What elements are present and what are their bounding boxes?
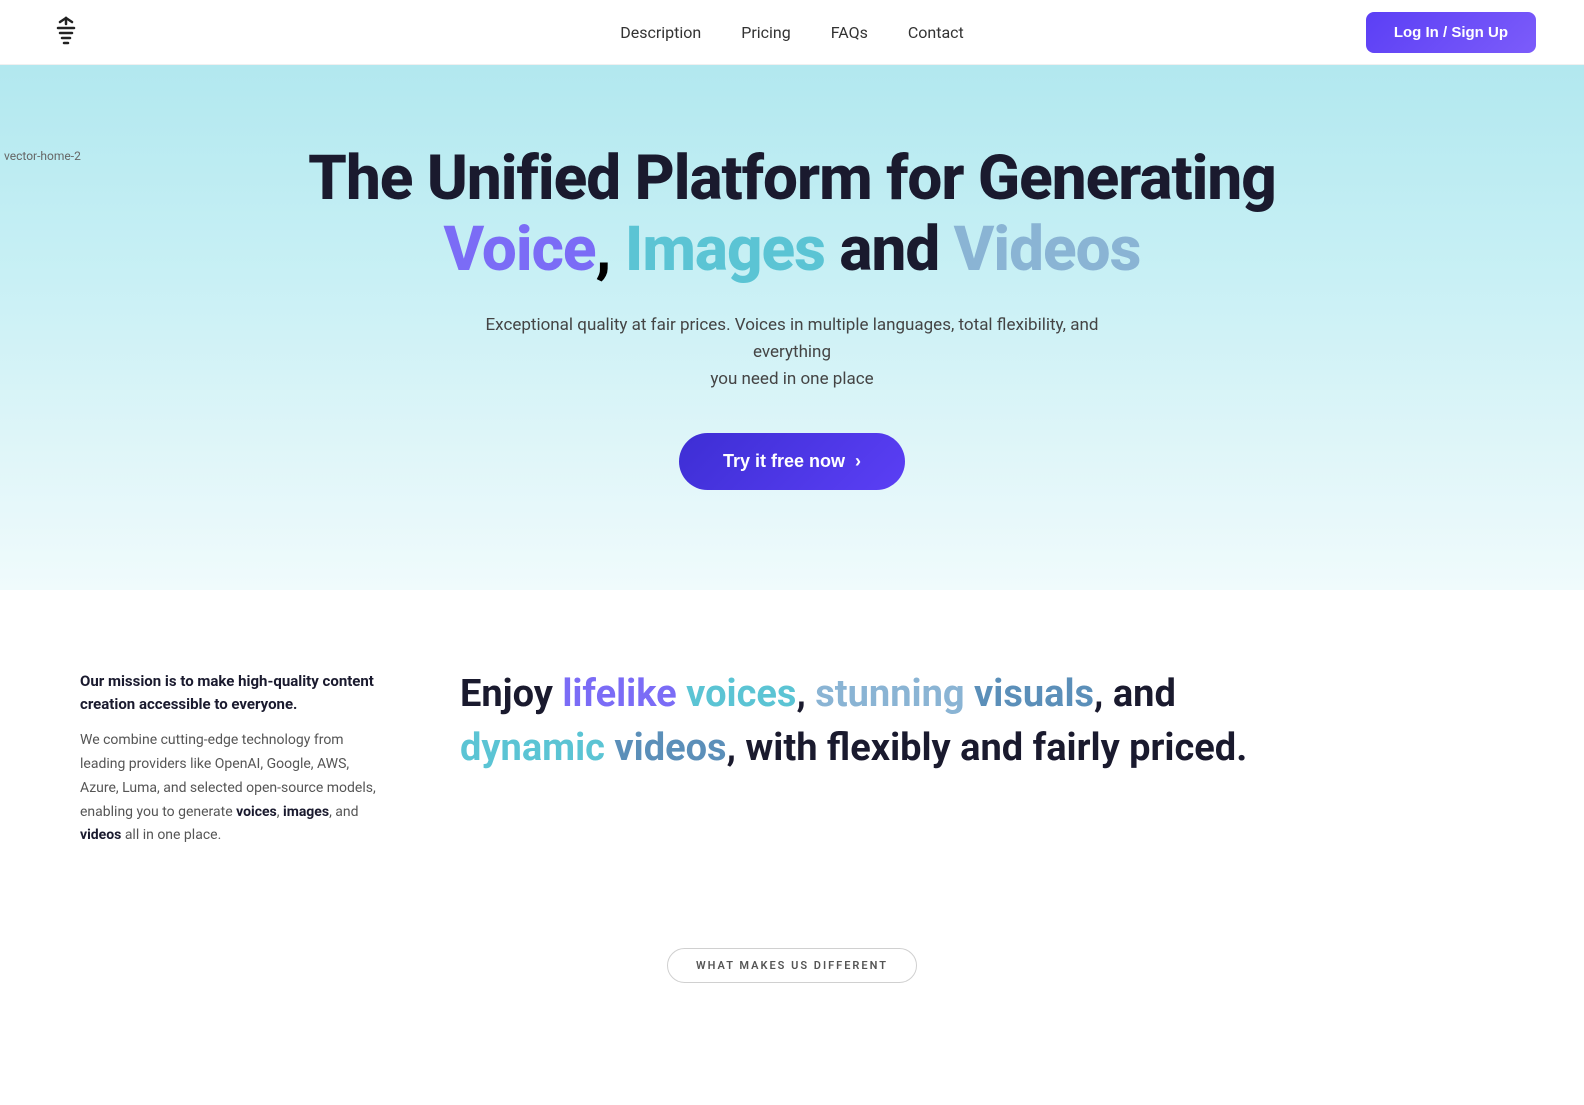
- hero-cta-arrow-icon: ›: [855, 451, 861, 472]
- hero-bg-label: vector-home-2: [0, 149, 81, 163]
- hero-section: vector-home-2 The Unified Platform for G…: [0, 65, 1584, 590]
- mission-body: We combine cutting-edge technology from …: [80, 729, 380, 848]
- nav-link-faqs[interactable]: FAQs: [831, 23, 868, 42]
- mission-right: Enjoy lifelike voices, stunning visuals,…: [460, 670, 1504, 773]
- navbar: Description Pricing FAQs Contact Log In …: [0, 0, 1584, 65]
- wmud-section: WHAT MAKES US DIFFERENT: [0, 908, 1584, 1003]
- hero-and-text: and: [839, 213, 953, 286]
- enjoy-title: Enjoy lifelike voices, stunning visuals,…: [460, 670, 1504, 719]
- logo-icon: [48, 14, 84, 50]
- nav-link-contact[interactable]: Contact: [908, 23, 964, 42]
- hero-subtitle: Exceptional quality at fair prices. Voic…: [472, 312, 1112, 394]
- nav-link-pricing[interactable]: Pricing: [741, 23, 791, 42]
- hero-comma: ,: [595, 213, 610, 286]
- hero-images-text: Images: [625, 213, 825, 286]
- wmud-badge: WHAT MAKES US DIFFERENT: [667, 948, 917, 983]
- hero-title-line1: The Unified Platform for Generating: [308, 145, 1276, 213]
- enjoy-line2: dynamic videos, with flexibly and fairly…: [460, 724, 1504, 773]
- hero-cta-button[interactable]: Try it free now ›: [679, 433, 905, 490]
- logo[interactable]: [48, 14, 84, 50]
- hero-videos-text: Videos: [954, 213, 1141, 286]
- mission-left: Our mission is to make high-quality cont…: [80, 670, 380, 848]
- hero-cta-label: Try it free now: [723, 451, 845, 472]
- login-signup-button[interactable]: Log In / Sign Up: [1366, 12, 1536, 53]
- nav-link-description[interactable]: Description: [620, 23, 701, 42]
- hero-title-line2: Voice, Images and Videos: [444, 213, 1141, 287]
- hero-voice-text: Voice: [444, 213, 596, 286]
- nav-links: Description Pricing FAQs Contact: [620, 23, 964, 42]
- mission-section: Our mission is to make high-quality cont…: [0, 590, 1584, 908]
- mission-headline: Our mission is to make high-quality cont…: [80, 670, 380, 715]
